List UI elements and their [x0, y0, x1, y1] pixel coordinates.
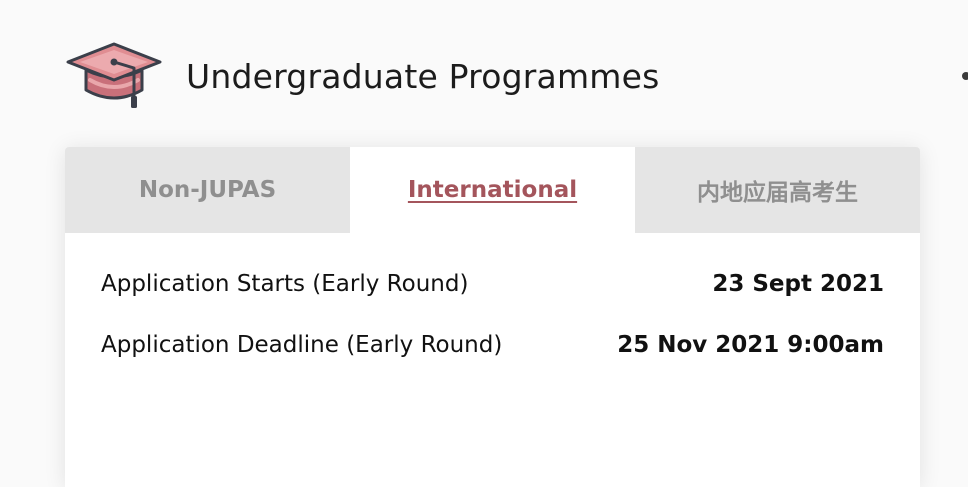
tab-bar: Non-JUPAS International 内地应届高考生 — [65, 147, 920, 233]
schedule-date: 25 Nov 2021 9:00am — [617, 332, 884, 358]
schedule-row: Application Starts (Early Round) 23 Sept… — [101, 267, 884, 301]
tab-international[interactable]: International — [350, 147, 635, 233]
tab-mainland-gaokao[interactable]: 内地应届高考生 — [635, 147, 920, 233]
schedule-date: 23 Sept 2021 — [712, 271, 884, 297]
graduation-cap-icon — [66, 42, 162, 108]
schedule-label: Application Starts (Early Round) — [101, 271, 469, 297]
next-section-bullet-icon — [962, 72, 968, 80]
schedule-list: Application Starts (Early Round) 23 Sept… — [101, 267, 884, 389]
page-title: Undergraduate Programmes — [186, 56, 660, 96]
application-schedule-card: Non-JUPAS International 内地应届高考生 Applicat… — [65, 147, 920, 487]
tab-non-jupas[interactable]: Non-JUPAS — [65, 147, 350, 233]
schedule-row: Application Deadline (Early Round) 25 No… — [101, 328, 884, 362]
schedule-label: Application Deadline (Early Round) — [101, 332, 503, 358]
page-header: Undergraduate Programmes — [64, 40, 660, 112]
